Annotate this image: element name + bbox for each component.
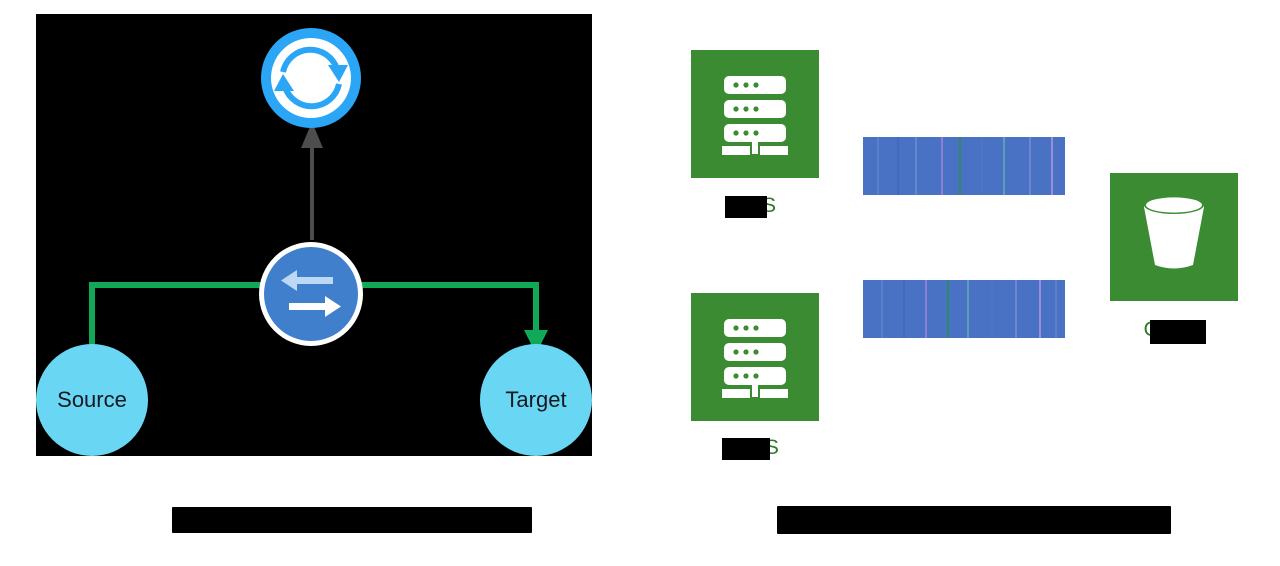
- transfer-node-icon: [259, 242, 363, 346]
- target-label: Target: [505, 387, 567, 412]
- object-storage-bucket-icon: [1110, 173, 1238, 301]
- redacted-text-box-bottom: [863, 280, 1065, 338]
- left-diagram-panel: Source Target: [36, 14, 592, 456]
- nfs-server-icon: [691, 50, 819, 178]
- object-label: Object: [1143, 318, 1205, 341]
- redacted-text-box-top: [863, 137, 1065, 195]
- source-node: Source: [36, 344, 148, 456]
- left-diagram-caption: CCCCCCCCCCCCCCCCCCCCCCCCC: [172, 507, 532, 533]
- nfs-label: NFS: [734, 194, 776, 217]
- cifs-server-icon: [691, 293, 819, 421]
- right-diagram-caption: ダダダダダダダダダダダダダダダダダダダダ: [777, 506, 1172, 534]
- source-label: Source: [57, 387, 127, 412]
- target-node: Target: [480, 344, 592, 456]
- sync-icon: [261, 28, 361, 128]
- cifs-label: CIFS: [731, 436, 779, 459]
